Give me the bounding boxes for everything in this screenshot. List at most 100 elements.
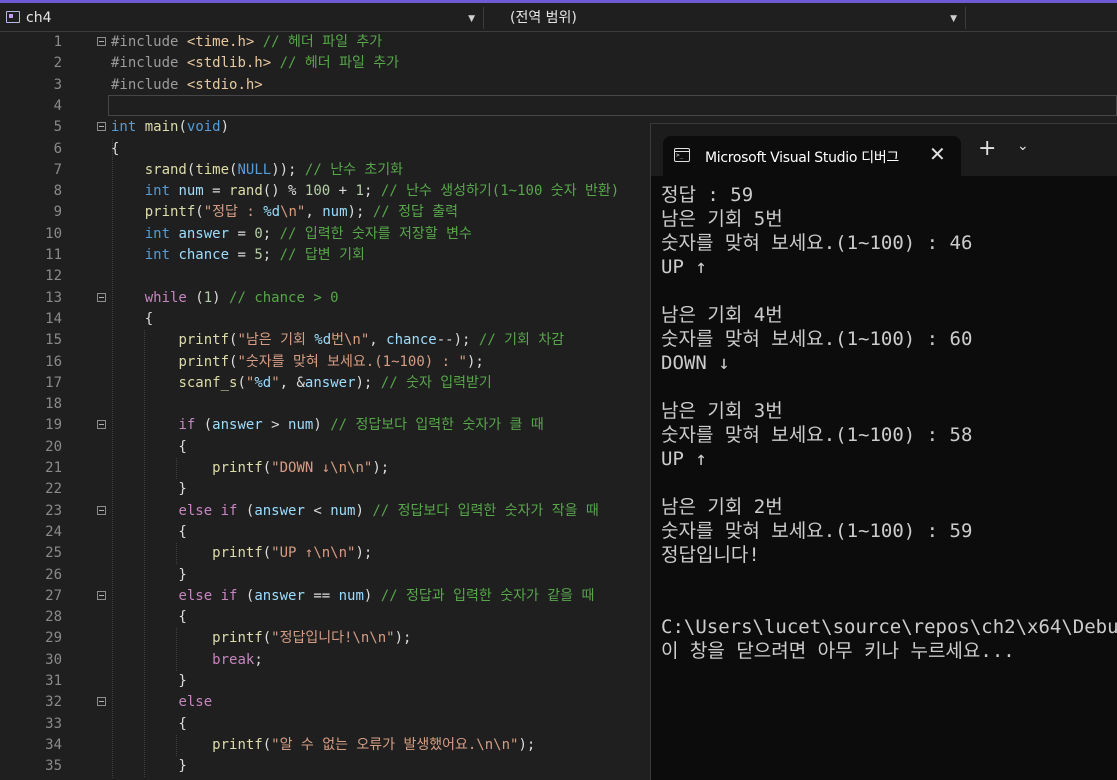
code-text: break; [212, 651, 263, 668]
terminal-line: 숫자를 맞혀 보세요.(1~100) : 46 [661, 232, 973, 254]
line-number: 33 [45, 715, 62, 732]
code-text: printf("UP ↑\n\n"); [212, 545, 373, 562]
line-number: 12 [45, 268, 62, 285]
line-number: 21 [45, 460, 62, 476]
line-number: 32 [45, 694, 62, 711]
line-number: 9 [53, 204, 62, 221]
line-number: 22 [45, 481, 62, 498]
code-text: printf("남은 기회 %d번\n", chance--); // 기회 차… [178, 332, 565, 349]
line-number: 20 [45, 438, 62, 455]
collapse-icon[interactable] [97, 697, 106, 707]
chevron-down-icon: ▼ [950, 14, 957, 24]
close-tab-icon[interactable]: ✕ [929, 142, 946, 166]
collapse-icon[interactable] [97, 505, 106, 515]
code-text: #include <stdio.h> [111, 76, 263, 93]
line-number: 6 [53, 140, 62, 157]
line-number: 2 [53, 55, 62, 72]
terminal-line: 남은 기회 2번 [661, 496, 783, 518]
line-number: 27 [45, 587, 62, 604]
line-number: 7 [53, 161, 62, 178]
code-text: int main(void) [111, 119, 230, 136]
terminal-line: 숫자를 맞혀 보세요.(1~100) : 59 [661, 520, 973, 542]
line-number: 31 [45, 673, 62, 689]
collapse-icon[interactable] [97, 37, 106, 46]
terminal-line: 남은 기회 3번 [661, 400, 783, 422]
new-tab-button[interactable]: + [978, 138, 996, 160]
terminal-line: 숫자를 맞혀 보세요.(1~100) : 58 [661, 424, 973, 446]
code-text: else if (answer < num) // 정답보다 입력한 숫자가 작… [178, 502, 599, 519]
line-number: 18 [45, 396, 62, 413]
indent-guide [176, 734, 177, 757]
code-text: printf("DOWN ↓\n\n"); [212, 460, 390, 476]
terminal-tab-title: Microsoft Visual Studio 디버그 [705, 150, 899, 166]
indent-guide [144, 330, 145, 778]
code-text: #include <stdlib.h> // 헤더 파일 추가 [111, 55, 400, 72]
code-text: } [111, 673, 187, 689]
line-number: 10 [45, 225, 62, 242]
code-text: { [111, 438, 187, 455]
code-text: printf("숫자를 맞혀 보세요.(1~100) : "); [178, 353, 484, 370]
code-text: } [111, 566, 187, 583]
code-text: } [111, 758, 187, 775]
tab-dropdown-button[interactable]: ⌄ [1017, 138, 1029, 154]
terminal-icon [674, 148, 690, 162]
line-number: 34 [45, 736, 62, 753]
indent-guide [176, 458, 177, 480]
scope-dropdown[interactable]: (전역 범위) ▼ [486, 7, 966, 29]
code-line[interactable]: 1 #include <time.h> // 헤더 파일 추가 [0, 32, 1117, 53]
line-number: 5 [53, 119, 62, 136]
terminal-line: 이 창을 닫으려면 아무 키나 누르세요... [661, 640, 1015, 662]
code-text: } [111, 481, 187, 498]
line-number: 3 [53, 76, 62, 93]
code-text: int answer = 0; // 입력한 숫자를 저장할 변수 [144, 225, 472, 242]
line-number: 29 [45, 630, 62, 647]
line-number: 19 [45, 417, 62, 434]
navigation-bar: ch4 ▼ (전역 범위) ▼ [0, 0, 1117, 32]
collapse-icon[interactable] [97, 122, 106, 132]
line-number: 35 [45, 758, 62, 775]
collapse-icon[interactable] [97, 420, 106, 430]
code-text: { [111, 715, 187, 732]
code-text: { [111, 310, 154, 327]
code-text: while (1) // chance > 0 [144, 289, 339, 306]
chevron-down-icon: ▼ [468, 14, 475, 24]
collapse-icon[interactable] [97, 292, 106, 302]
terminal-line: 정답입니다! [661, 544, 760, 566]
line-number: 25 [45, 545, 62, 562]
collapse-icon[interactable] [97, 590, 106, 600]
code-line[interactable]: 2 #include <stdlib.h> // 헤더 파일 추가 [0, 53, 1117, 74]
line-number: 16 [45, 353, 62, 370]
terminal-line: 남은 기회 4번 [661, 304, 783, 326]
line-number: 1 [53, 34, 62, 50]
code-text: printf("정답 : %d\n", num); // 정답 출력 [144, 204, 459, 221]
code-text: scanf_s("%d", &answer); // 숫자 입력받기 [178, 374, 492, 391]
project-name: ch4 [26, 10, 52, 26]
line-number: 11 [45, 247, 62, 263]
terminal-line: 남은 기회 5번 [661, 208, 783, 230]
terminal-tab[interactable]: Microsoft Visual Studio 디버그 ✕ [663, 136, 961, 176]
debug-console-window[interactable]: Microsoft Visual Studio 디버그 ✕ + ⌄ 정답 : 5… [650, 123, 1117, 780]
indent-guide [112, 138, 113, 778]
terminal-output: 정답 : 59 남은 기회 5번 숫자를 맞혀 보세요.(1~100) : 46 UP… [661, 183, 1117, 663]
code-text: if (answer > num) // 정답보다 입력한 숫자가 클 때 [178, 417, 544, 434]
line-number: 30 [45, 651, 62, 668]
code-text: #include <time.h> // 헤더 파일 추가 [111, 34, 383, 50]
code-text: srand(time(NULL)); // 난수 초기화 [144, 161, 404, 178]
code-line[interactable]: 3 #include <stdio.h> [0, 75, 1117, 96]
project-dropdown[interactable]: ch4 ▼ [0, 7, 484, 29]
code-text: printf("정답입니다!\n\n"); [212, 630, 412, 647]
code-text: int num = rand() % 100 + 1; // 난수 생성하기(1… [144, 183, 620, 200]
code-text: { [111, 523, 187, 540]
code-text: int chance = 5; // 답변 기회 [144, 247, 365, 263]
line-number: 17 [45, 374, 62, 391]
indent-guide [176, 543, 177, 565]
code-line[interactable]: 4 [0, 96, 1117, 117]
terminal-tab-bar: Microsoft Visual Studio 디버그 ✕ + ⌄ [651, 124, 1117, 176]
indent-guide [176, 628, 177, 671]
scope-name: (전역 범위) [510, 10, 577, 26]
